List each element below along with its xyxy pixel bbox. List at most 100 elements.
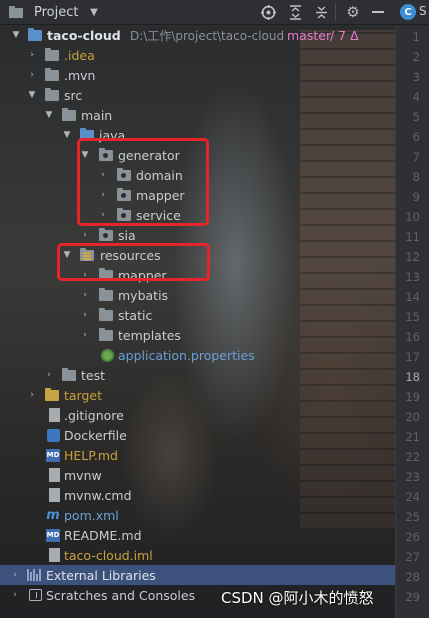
chevron-right-icon[interactable]: › [10, 569, 20, 581]
tree-row-target[interactable]: › target [0, 385, 395, 405]
project-title[interactable]: Project [34, 5, 78, 20]
line-number: 18 [405, 370, 420, 384]
hide-icon[interactable] [370, 4, 386, 20]
tree-row-readme[interactable]: MD README.md [0, 525, 395, 545]
line-number: 12 [405, 250, 420, 264]
line-number: 20 [405, 410, 420, 424]
tree-label: templates [118, 327, 181, 343]
tree-row-static[interactable]: › static [0, 305, 395, 325]
tree-label: Dockerfile [64, 427, 127, 443]
tree-label: HELP.md [64, 447, 118, 463]
chevron-right-icon[interactable]: › [80, 329, 90, 341]
chevron-right-icon[interactable]: › [10, 589, 20, 601]
tree-label: README.md [64, 527, 142, 543]
git-changes: / 7 Δ [330, 27, 359, 43]
chevron-down-icon[interactable]: ▼ [44, 109, 54, 121]
tree-row-mvnw-cmd[interactable]: mvnw.cmd [0, 485, 395, 505]
watermark: CSDN @阿小木的愤怒 [221, 589, 374, 607]
libraries-icon [26, 568, 42, 582]
tree-label: pom.xml [64, 507, 119, 523]
class-tab-icon[interactable]: C [400, 4, 416, 20]
highlight-box-generator [77, 138, 209, 226]
project-name: taco-cloud [47, 27, 121, 43]
markdown-icon: MD [45, 528, 61, 542]
git-branch: master [287, 27, 332, 43]
chevron-right-icon[interactable]: › [44, 369, 54, 381]
tree-label: External Libraries [46, 567, 156, 583]
file-icon [46, 468, 62, 482]
tree-label: src [64, 87, 83, 103]
project-toolbar: Project ▼ ⚙ C S [0, 0, 429, 25]
tree-row-mvn[interactable]: › .mvn [0, 65, 395, 85]
tree-row-test[interactable]: › test [0, 365, 395, 385]
folder-icon [61, 367, 77, 382]
spring-leaf-icon [99, 348, 115, 362]
maven-icon: m [46, 507, 60, 523]
chevron-down-icon[interactable]: ▼ [27, 89, 37, 101]
tree-row-pom[interactable]: m pom.xml [0, 505, 395, 525]
chevron-right-icon[interactable]: › [80, 289, 90, 301]
tree-row-main[interactable]: ▼ main [0, 105, 395, 125]
collapse-all-icon[interactable] [313, 4, 329, 20]
tree-row-templates[interactable]: › templates [0, 325, 395, 345]
project-path: D:\工作\project\taco-cloud [130, 28, 285, 43]
line-number: 28 [405, 570, 420, 584]
tree-row-sia[interactable]: › sia [0, 225, 395, 245]
line-number: 10 [405, 210, 420, 224]
tree-label: mvnw.cmd [64, 487, 132, 503]
tree-label: test [81, 367, 106, 383]
chevron-right-icon[interactable]: › [80, 229, 90, 241]
tree-row-dockerfile[interactable]: Dockerfile [0, 425, 395, 445]
line-number: 11 [405, 230, 420, 244]
tree-row-external-libraries[interactable]: › External Libraries [0, 565, 395, 585]
folder-icon [44, 387, 60, 402]
tree-row-help[interactable]: MD HELP.md [0, 445, 395, 465]
line-number: 3 [412, 70, 420, 84]
tree-label: mvnw [64, 467, 102, 483]
tree-label: .mvn [64, 67, 96, 83]
line-number: 7 [412, 150, 420, 164]
chevron-down-icon[interactable]: ▼ [62, 129, 72, 141]
toolbar-divider [335, 4, 336, 21]
editor-tab-label[interactable]: S [419, 4, 427, 18]
line-number: 4 [412, 90, 420, 104]
markdown-icon: MD [45, 448, 61, 462]
highlight-box-resources [57, 243, 210, 281]
line-number: 6 [412, 130, 420, 144]
tree-row-mybatis[interactable]: › mybatis [0, 285, 395, 305]
tree-label: sia [118, 227, 136, 243]
line-number: 21 [405, 430, 420, 444]
tree-row-application-properties[interactable]: application.properties [0, 345, 395, 365]
folder-icon [98, 307, 114, 322]
line-number: 17 [405, 350, 420, 364]
tree-row-src[interactable]: ▼ src [0, 85, 395, 105]
project-view-icon[interactable] [8, 4, 24, 20]
tree-row-iml[interactable]: taco-cloud.iml [0, 545, 395, 565]
chevron-down-icon[interactable]: ▼ [86, 4, 102, 20]
line-number: 15 [405, 310, 420, 324]
chevron-right-icon[interactable]: › [27, 49, 37, 61]
chevron-down-icon[interactable]: ▼ [11, 29, 21, 41]
tree-label: .idea [64, 47, 95, 63]
line-number: 29 [405, 590, 420, 604]
line-number: 5 [412, 110, 420, 124]
folder-icon [98, 287, 114, 302]
tree-row-gitignore[interactable]: .gitignore [0, 405, 395, 425]
chevron-right-icon[interactable]: › [27, 389, 37, 401]
docker-icon [45, 428, 61, 442]
chevron-right-icon[interactable]: › [27, 69, 37, 81]
folder-icon [44, 67, 60, 82]
tree-row-project-root[interactable]: ▼ taco-cloud D:\工作\project\taco-cloud ma… [0, 25, 395, 45]
project-tree: ▼ taco-cloud D:\工作\project\taco-cloud ma… [0, 25, 395, 618]
line-number: 16 [405, 330, 420, 344]
folder-icon [44, 87, 60, 102]
target-icon[interactable] [260, 4, 276, 20]
chevron-right-icon[interactable]: › [80, 309, 90, 321]
line-number: 19 [405, 390, 420, 404]
line-number: 23 [405, 470, 420, 484]
tree-row-mvnw[interactable]: mvnw [0, 465, 395, 485]
folder-icon [98, 327, 114, 342]
expand-all-icon[interactable] [287, 4, 303, 20]
tree-row-idea[interactable]: › .idea [0, 45, 395, 65]
settings-icon[interactable]: ⚙ [345, 3, 361, 21]
